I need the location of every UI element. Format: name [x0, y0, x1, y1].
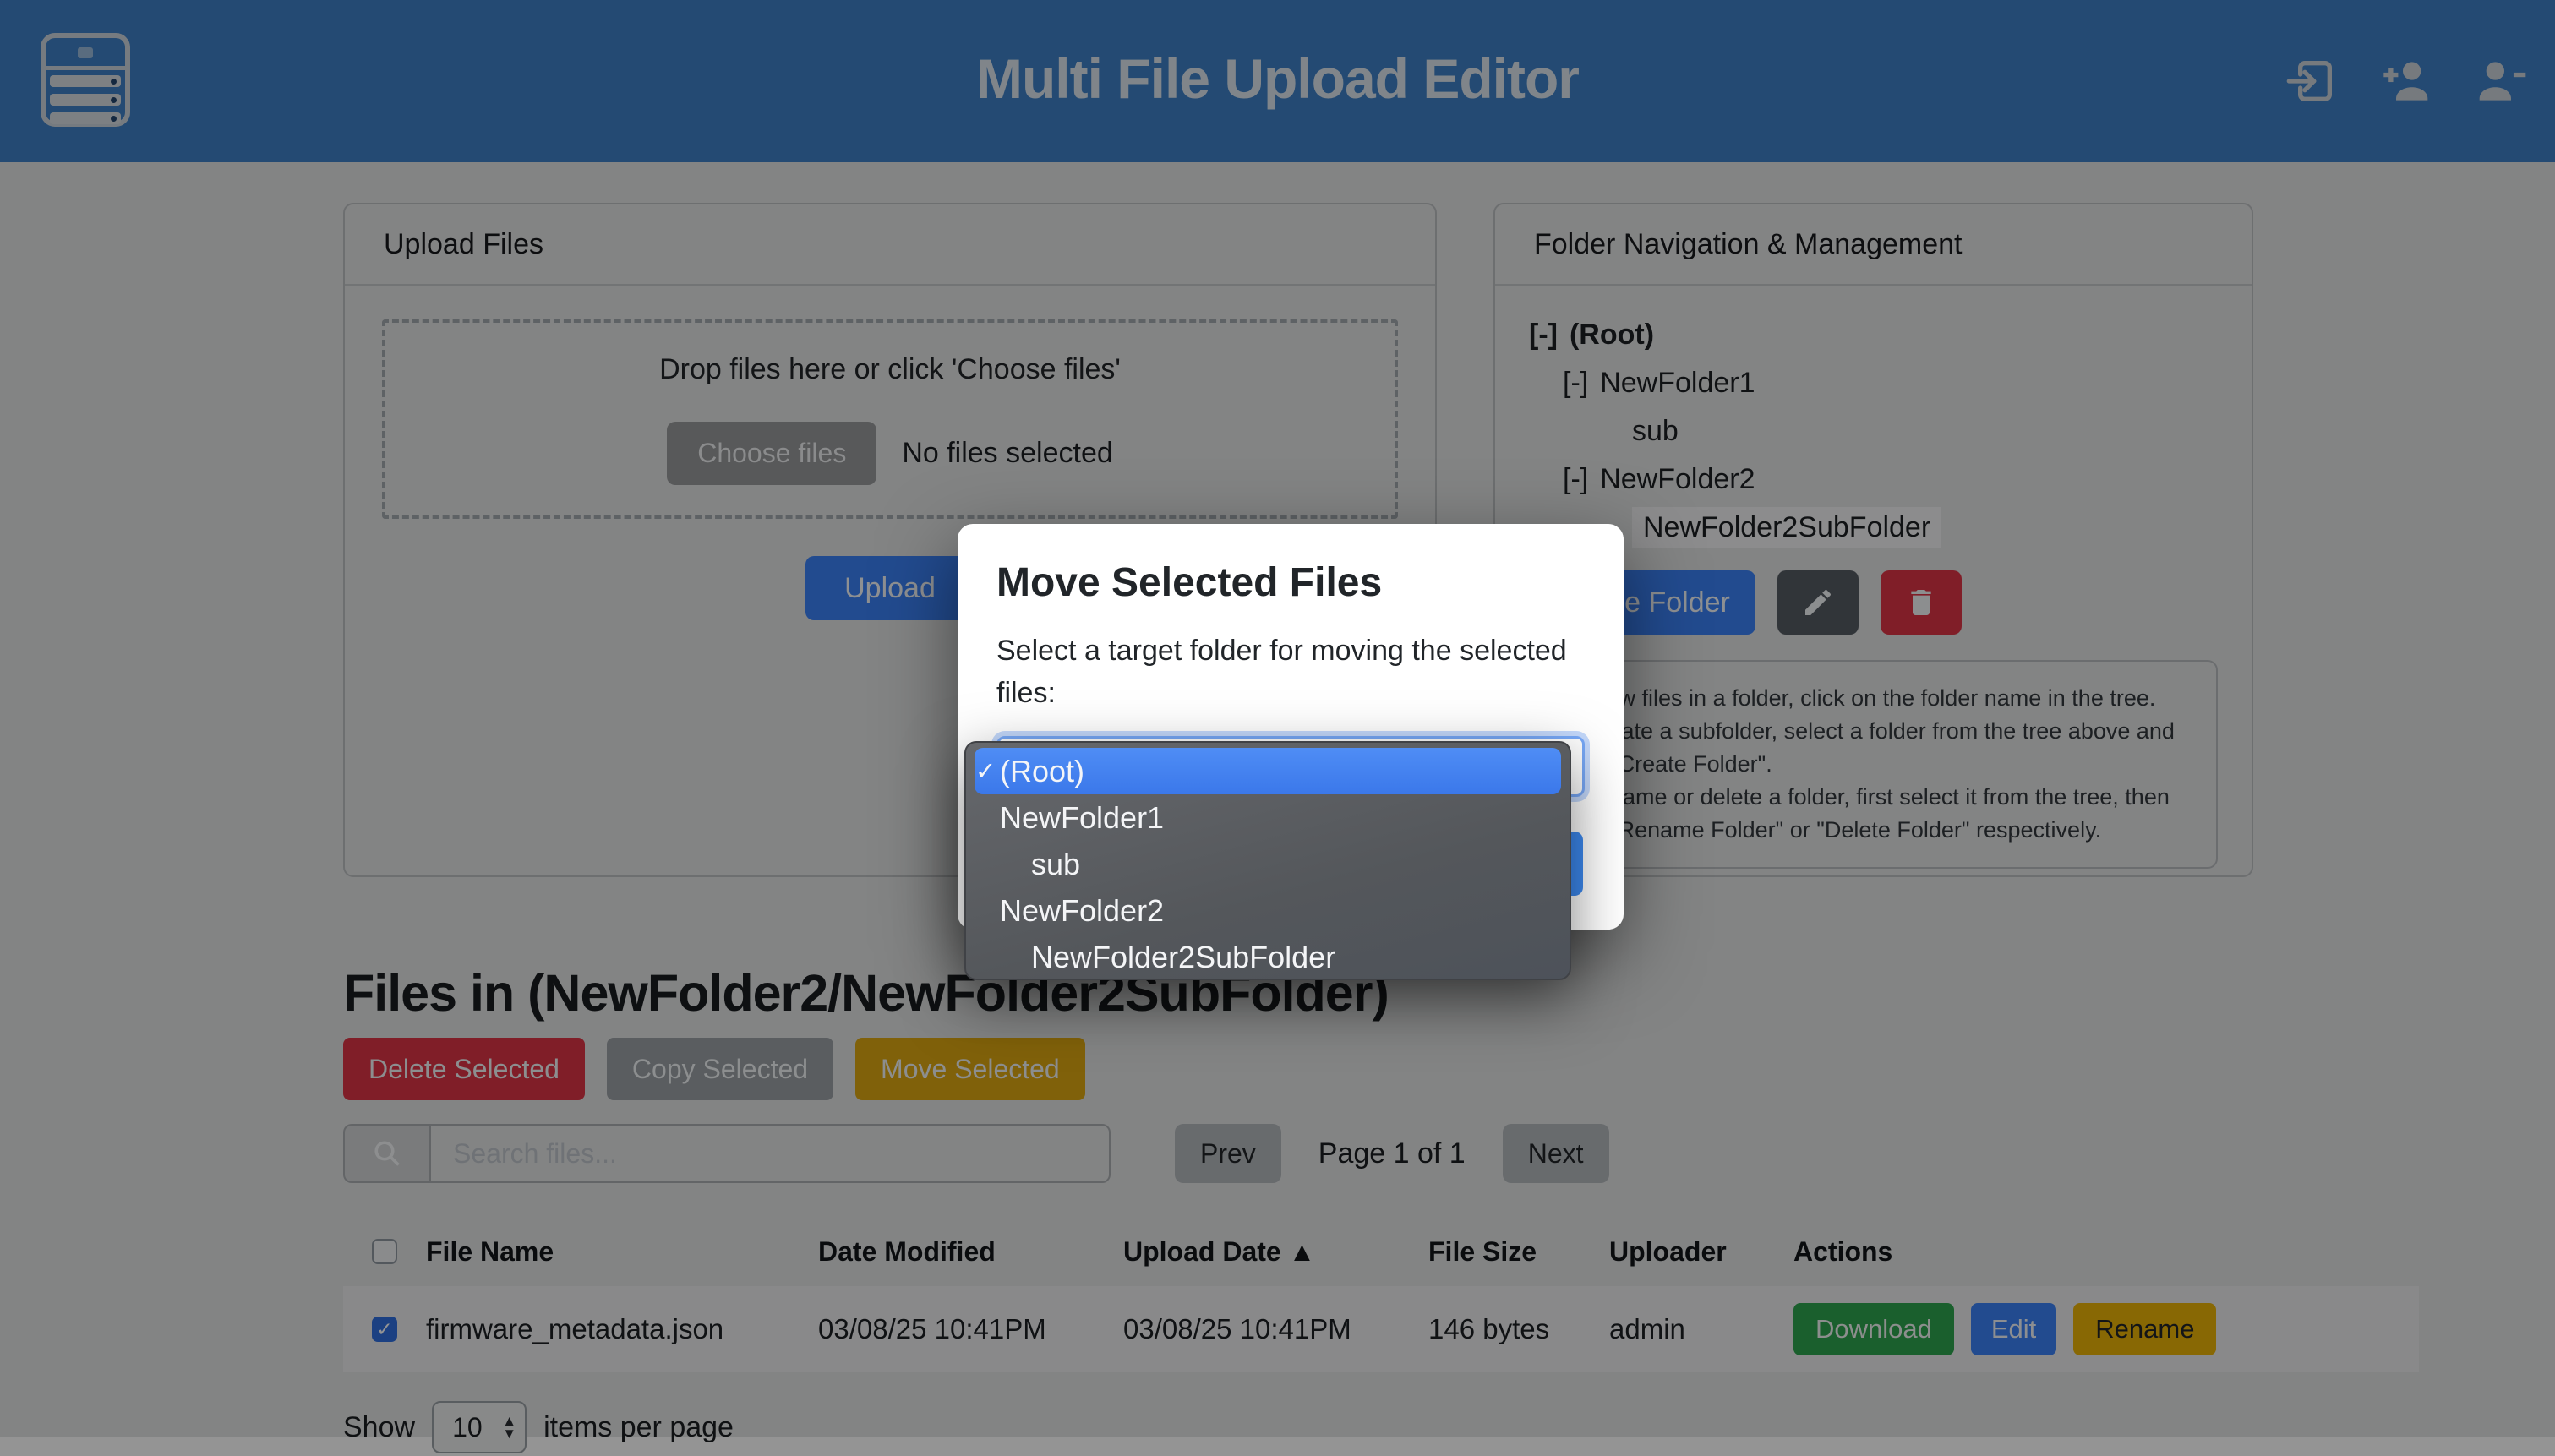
modal-description: Select a target folder for moving the se…	[996, 630, 1588, 714]
modal-title: Move Selected Files	[996, 559, 1585, 606]
dropdown-option-newfolder2[interactable]: NewFolder2	[966, 887, 1570, 934]
dropdown-option-newfolder2subfolder[interactable]: NewFolder2SubFolder	[966, 934, 1570, 980]
dropdown-option-sub[interactable]: sub	[966, 841, 1570, 887]
dropdown-option-newfolder1[interactable]: NewFolder1	[966, 794, 1570, 841]
folder-select-dropdown: ✓ (Root) NewFolder1 sub NewFolder2 NewFo…	[964, 741, 1571, 980]
dropdown-option-root[interactable]: ✓ (Root)	[975, 748, 1561, 794]
check-icon: ✓	[975, 756, 1000, 786]
